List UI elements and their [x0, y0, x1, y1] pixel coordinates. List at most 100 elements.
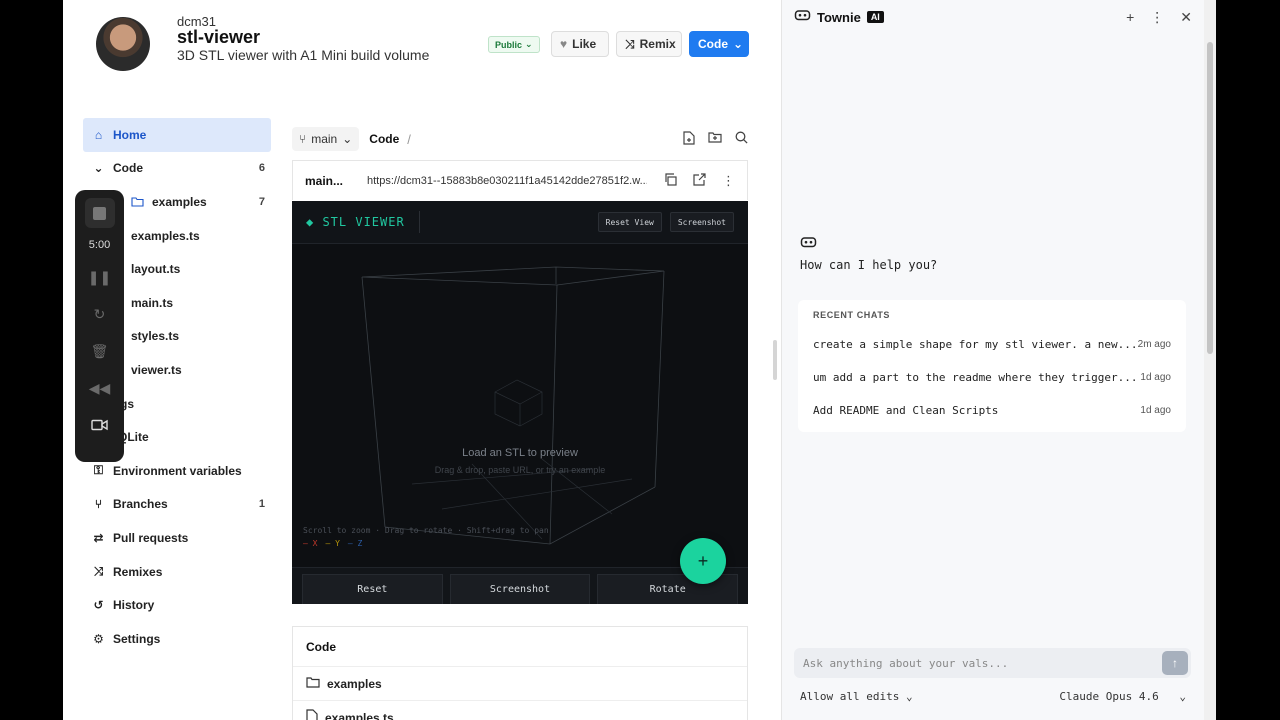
panel-scrollbar[interactable] [1204, 0, 1216, 720]
new-file-icon[interactable] [683, 130, 695, 148]
chevron-down-icon: ⌄ [342, 132, 353, 146]
sidebar-item-remixes[interactable]: ⤨ Remixes [83, 555, 271, 589]
file-icon [306, 709, 318, 720]
ask-box: ↑ [794, 648, 1191, 678]
pause-button[interactable]: ❚❚ [85, 262, 115, 292]
restart-icon: ↻ [93, 305, 106, 322]
chevron-down-icon: ⌄ [93, 161, 104, 176]
history-icon: ↺ [93, 598, 104, 613]
load-stl-message: Load an STL to preview [462, 447, 578, 459]
remix-label: Remix [639, 37, 676, 51]
sidebar-item-settings[interactable]: ⚙ Settings [83, 622, 271, 656]
pause-icon: ❚❚ [87, 268, 112, 285]
code-list-item-label: examples.ts [325, 710, 394, 720]
new-folder-icon[interactable] [708, 131, 722, 148]
camera-button[interactable] [85, 410, 115, 440]
video-camera-icon [91, 419, 108, 431]
pane-resize-handle[interactable] [773, 340, 777, 380]
more-vertical-icon[interactable]: ⋮ [1150, 9, 1164, 26]
url-file-name[interactable]: main... [305, 174, 361, 188]
chevron-down-icon: ⌄ [905, 690, 913, 703]
robot-icon [800, 235, 817, 251]
allow-edits-dropdown[interactable]: Allow all edits ⌄ [800, 690, 913, 703]
ask-input[interactable] [803, 656, 1162, 670]
bottom-screenshot-button[interactable]: Screenshot [449, 574, 591, 604]
more-vertical-icon[interactable]: ⋮ [722, 173, 735, 189]
preview-url-bar: main... https://dcm31--15883b8e030211f1a… [292, 160, 748, 200]
sidebar-item-pull-requests[interactable]: ⇄ Pull requests [83, 521, 271, 555]
breadcrumb[interactable]: Code [369, 132, 399, 146]
folder-icon [306, 676, 320, 691]
townie-panel: Townie AI + ⋮ ✕ How can I help you? RECE… [782, 0, 1204, 720]
help-prompt: How can I help you? [800, 258, 938, 272]
branch-icon: ⑂ [299, 132, 307, 146]
remix-button[interactable]: ⤨ Remix [616, 31, 682, 57]
viewer-bottom-bar: Reset Screenshot Rotate [292, 567, 748, 604]
chevron-down-icon: ⌄ [1179, 690, 1186, 703]
stop-recording-button[interactable] [84, 198, 115, 228]
stl-viewer-preview[interactable]: ◆ STL VIEWER Reset View Screenshot Load … [292, 201, 748, 604]
sidebar-item-label: styles.ts [131, 329, 180, 344]
chat-time: 2m ago [1137, 339, 1171, 350]
chat-time: 1d ago [1140, 372, 1171, 383]
trash-icon: 🗑 [90, 342, 109, 359]
chat-title: um add a part to the readme where they t… [813, 371, 1138, 384]
breadcrumb-separator: / [407, 131, 411, 147]
sidebar-item-label: examples [152, 194, 207, 209]
townie-title: Townie [817, 9, 861, 25]
restart-button[interactable]: ↻ [85, 299, 115, 329]
reset-view-button[interactable]: Reset View [597, 212, 662, 232]
sidebar-item-branches[interactable]: ⑂ Branches 1 [83, 488, 271, 522]
code-list-item-examples-ts[interactable]: examples.ts [293, 701, 747, 720]
sidebar-item-label: Environment variables [113, 463, 242, 478]
page-subtitle: 3D STL viewer with A1 Mini build volume [177, 47, 430, 63]
plus-icon: + [697, 550, 709, 571]
copy-icon[interactable] [664, 172, 677, 189]
branch-name: main [311, 132, 338, 146]
avatar[interactable] [96, 17, 150, 71]
sidebar-item-home[interactable]: ⌂ Home [83, 118, 271, 152]
rewind-icon: ◀◀ [88, 379, 111, 396]
model-selector[interactable]: Claude Opus 4.6 ⌄ [1059, 690, 1186, 703]
code-label: Code [698, 37, 728, 51]
chat-title: Add README and Clean Scripts [813, 404, 999, 417]
sidebar-item-label: examples.ts [131, 228, 200, 243]
sidebar-item-history[interactable]: ↺ History [83, 588, 271, 622]
code-list-title: Code [293, 627, 747, 667]
reset-button[interactable]: Reset [302, 574, 443, 604]
screenshot-button[interactable]: Screenshot [669, 212, 734, 232]
model-label: Claude Opus 4.6 [1059, 690, 1159, 703]
scrollbar-thumb[interactable] [1207, 42, 1213, 354]
rewind-button[interactable]: ◀◀ [85, 373, 115, 403]
sidebar-item-count: 7 [258, 195, 265, 208]
like-button[interactable]: ♥ Like [551, 31, 609, 57]
recent-chat-item[interactable]: um add a part to the readme where they t… [813, 361, 1171, 394]
external-link-icon[interactable] [693, 172, 706, 189]
key-icon: ⚿ [93, 463, 104, 478]
ai-badge: AI [866, 11, 884, 23]
sidebar-item-label: Home [113, 127, 147, 142]
header-divider [418, 211, 420, 233]
sidebar-item-code[interactable]: ⌄ Code 6 [83, 152, 271, 186]
send-button[interactable]: ↑ [1162, 651, 1188, 675]
visibility-badge[interactable]: Public ⌄ [488, 36, 540, 53]
screen-border-right [1216, 0, 1280, 720]
robot-icon [794, 8, 811, 26]
townie-footer: Allow all edits ⌄ Claude Opus 4.6 ⌄ [800, 690, 1186, 703]
recording-timer: 5:00 [88, 239, 111, 251]
sidebar-item-count: 6 [258, 162, 265, 175]
shuffle-icon: ⤨ [625, 36, 635, 51]
sidebar-item-label: History [113, 598, 155, 613]
branch-selector[interactable]: ⑂ main ⌄ [292, 127, 360, 151]
add-fab-button[interactable]: + [680, 538, 726, 584]
axis-x-label: — X [303, 539, 318, 548]
search-icon[interactable] [735, 131, 748, 148]
code-dropdown-button[interactable]: Code ⌄ [689, 31, 749, 57]
delete-button[interactable]: 🗑 [85, 336, 115, 366]
recent-chat-item[interactable]: Add README and Clean Scripts 1d ago [813, 394, 1171, 427]
close-icon[interactable]: ✕ [1180, 9, 1192, 26]
recent-chat-item[interactable]: create a simple shape for my stl viewer.… [813, 328, 1171, 361]
code-list-item-examples[interactable]: examples [293, 667, 747, 701]
new-chat-icon[interactable]: + [1126, 9, 1134, 26]
preview-url[interactable]: https://dcm31--15883b8e030211f1a45142dde… [367, 175, 647, 187]
